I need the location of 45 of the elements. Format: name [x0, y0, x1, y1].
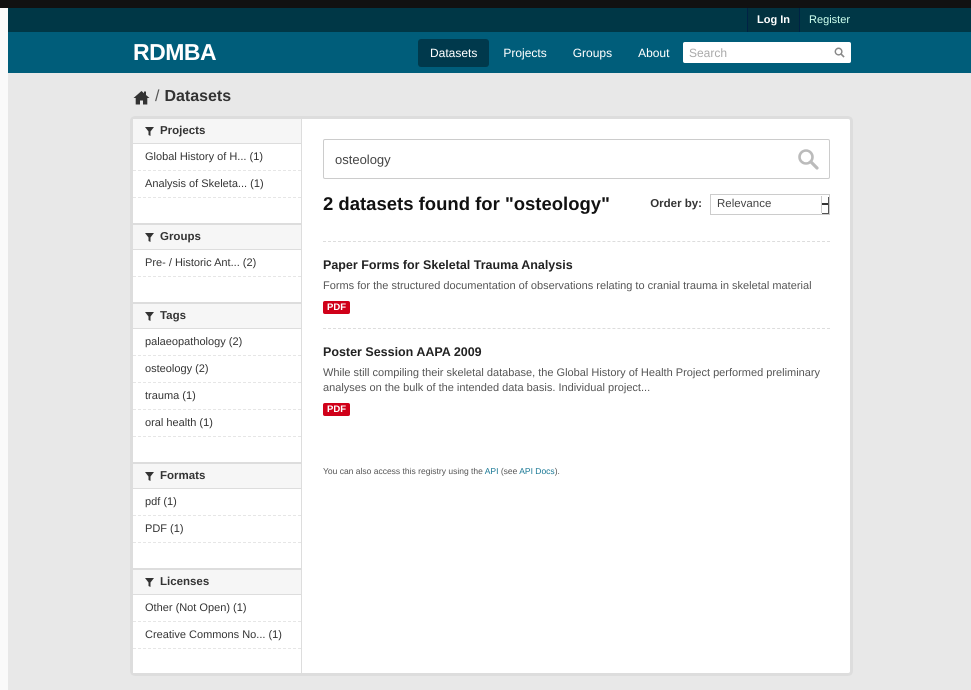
- nav-tab[interactable]: Projects: [491, 38, 559, 66]
- facet-heading: Formats: [133, 463, 301, 489]
- nav-tab[interactable]: Datasets: [418, 38, 490, 66]
- nav-tab[interactable]: Groups: [560, 38, 624, 66]
- facet-heading: Licenses: [133, 569, 301, 595]
- facet-item[interactable]: trauma (1): [133, 383, 301, 410]
- api-note: You can also access this registry using the API (see API Docs).: [323, 466, 561, 476]
- filter-icon: [145, 126, 154, 136]
- facet-item[interactable]: oral health (1): [133, 410, 301, 437]
- dataset-description: While still compiling their skeletal database, the Global History of Health Project performed preliminary analyses on the bulk of the intended data basis. Individual project...: [323, 366, 822, 396]
- nav-tab[interactable]: About: [626, 38, 682, 66]
- facet-item[interactable]: pdf (1): [133, 489, 301, 516]
- breadcrumb-separator: /: [155, 88, 160, 106]
- facet-item[interactable]: PDF (1): [133, 516, 301, 543]
- facet-item[interactable]: palaeopathology (2): [133, 329, 301, 356]
- account-link[interactable]: Log In: [747, 8, 800, 32]
- facet-item[interactable]: Global History of H... (1): [133, 144, 301, 171]
- api-link[interactable]: API: [484, 466, 498, 476]
- caret-icon: [821, 196, 828, 212]
- query-field[interactable]: osteology: [323, 139, 830, 179]
- filter-icon: [145, 312, 154, 320]
- results-heading: 2 datasets found for "osteology": [323, 193, 610, 215]
- dataset-description: Forms for the structured documentation of observations relating to cranial trauma in skeletal material: [323, 279, 813, 294]
- facet-item[interactable]: Pre- / Historic Ant... (2): [133, 250, 301, 277]
- dataset-title[interactable]: Paper Forms for Skeletal Trauma Analysis: [323, 258, 830, 272]
- filter-icon: [145, 472, 154, 480]
- dataset-title[interactable]: Poster Session AAPA 2009: [323, 345, 830, 359]
- format-label[interactable]: PDF: [323, 301, 350, 314]
- search-icon: [834, 47, 845, 58]
- facet-item[interactable]: Other (Not Open) (1): [133, 595, 301, 622]
- facet-heading: Projects: [133, 119, 301, 144]
- breadcrumb-current[interactable]: Datasets: [164, 88, 232, 106]
- facet-heading: Groups: [133, 224, 301, 250]
- filter-icon: [145, 232, 154, 242]
- facet-heading: Tags: [133, 303, 301, 329]
- filter-icon: [145, 578, 154, 586]
- facet-item[interactable]: osteology (2): [133, 356, 301, 383]
- home-icon[interactable]: [133, 90, 150, 104]
- site-title[interactable]: RDMBA: [133, 39, 418, 66]
- order-by-label: Order by:: [650, 198, 702, 210]
- facet-item[interactable]: Creative Commons No... (1): [133, 622, 301, 649]
- order-by-select[interactable]: Relevance: [710, 194, 830, 214]
- facet-item[interactable]: Analysis of Skeleta... (1): [133, 171, 301, 198]
- format-label[interactable]: PDF: [323, 403, 350, 416]
- api-docs-link[interactable]: API Docs: [519, 466, 555, 476]
